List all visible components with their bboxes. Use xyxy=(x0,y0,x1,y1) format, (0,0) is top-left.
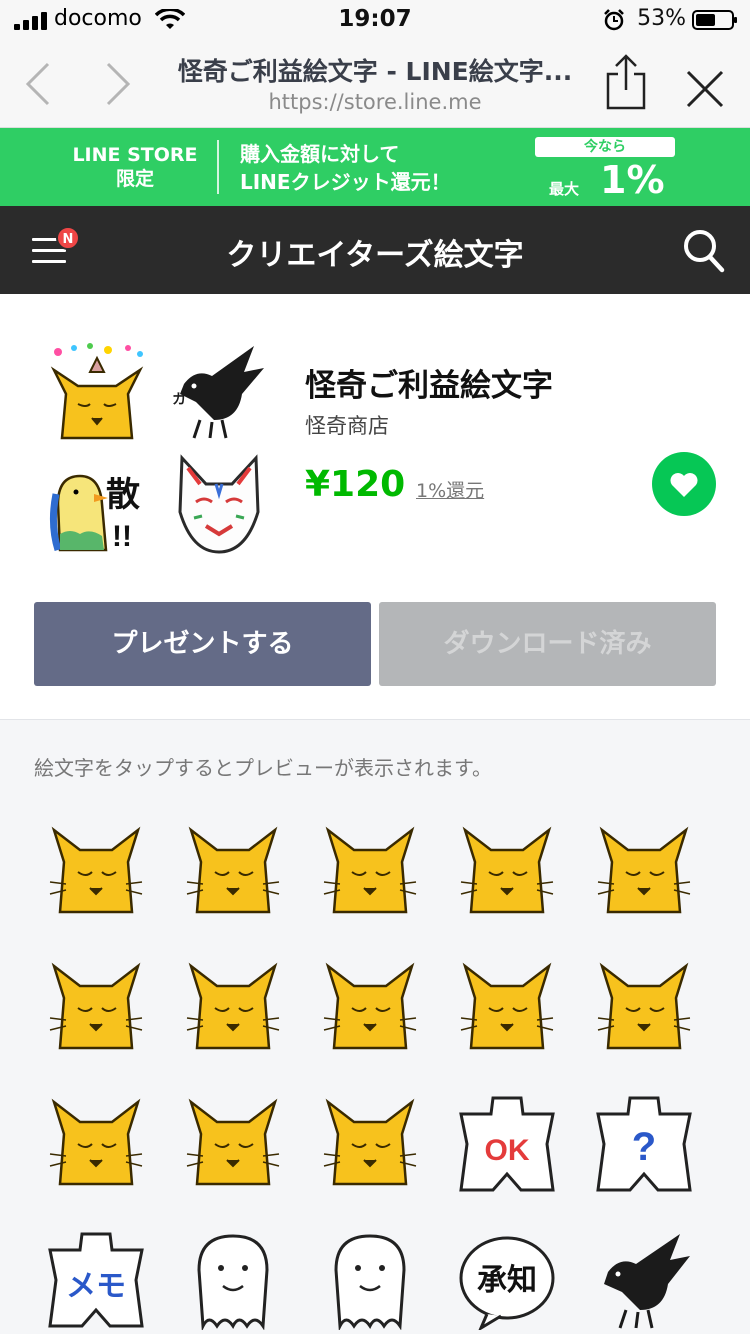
share-icon[interactable] xyxy=(604,54,648,110)
emoji-fox-3[interactable] xyxy=(320,822,420,922)
emoji-fox-11[interactable] xyxy=(46,1094,146,1194)
emoji-fox-10[interactable] xyxy=(594,958,694,1058)
emoji-fox-5[interactable] xyxy=(594,822,694,922)
header-title: クリエイターズ絵文字 xyxy=(226,238,524,273)
emoji-label: ? xyxy=(632,1125,656,1169)
promo-percent: 1% xyxy=(600,158,665,202)
emoji-label: 承知 xyxy=(477,1264,537,1297)
promo-message: 購入金額に対して LINEクレジット還元！ xyxy=(240,142,451,194)
preview-hint: 絵文字をタップするとプレビューが表示されます。 xyxy=(34,756,492,780)
emoji-bubble-19[interactable]: 承知 xyxy=(457,1230,557,1330)
store-header: N クリエイターズ絵文字 xyxy=(0,206,750,294)
promo-store-label: LINE STORE 限定 xyxy=(72,144,198,190)
emoji-fox-4[interactable] xyxy=(457,822,557,922)
download-button: ダウンロード済み xyxy=(379,602,716,686)
product-author[interactable]: 怪奇商店 xyxy=(305,410,389,440)
emoji-label: OK xyxy=(485,1134,530,1167)
address-bar[interactable]: https://store.line.me xyxy=(150,90,600,114)
favorite-button[interactable] xyxy=(652,452,716,516)
promo-divider xyxy=(217,140,219,194)
emoji-sign-14[interactable]: OK xyxy=(457,1094,557,1194)
gift-button[interactable]: プレゼントする xyxy=(34,602,371,686)
product-price: ¥120 xyxy=(305,464,406,505)
promo-badge: 今なら xyxy=(535,137,675,157)
battery-icon xyxy=(692,10,737,30)
emoji-fox-8[interactable] xyxy=(320,958,420,1058)
product-name: 怪奇ご利益絵文字 xyxy=(305,368,553,404)
promo-banner[interactable]: LINE STORE 限定 購入金額に対して LINEクレジット還元！ 今なら … xyxy=(0,128,750,206)
product-thumbnails: カ 散 !! xyxy=(44,342,276,558)
emoji-preview-section: 絵文字をタップするとプレビューが表示されます。 OK? メモ 承知 xyxy=(0,720,750,1334)
fox-mask-emoji-thumbnail xyxy=(178,454,260,554)
search-icon[interactable] xyxy=(682,228,726,274)
svg-text:!!: !! xyxy=(112,520,132,553)
emoji-sign-15[interactable]: ? xyxy=(594,1094,694,1194)
emoji-fox-6[interactable] xyxy=(46,958,146,1058)
fox-emoji-thumbnail xyxy=(50,343,144,440)
battery-percent: 53% xyxy=(637,6,686,31)
alarm-icon xyxy=(604,9,624,31)
crow-emoji-thumbnail: カ xyxy=(172,346,264,439)
svg-text:散: 散 xyxy=(106,476,140,514)
close-icon[interactable] xyxy=(686,70,724,108)
browser-toolbar: 怪奇ご利益絵文字 - LINE絵文字... https://store.line… xyxy=(0,40,750,128)
product-card: カ 散 !! 怪奇ご利益絵文字 怪奇商店 ¥120 1%還元 プレゼントする ダ… xyxy=(0,294,750,720)
emoji-fox-13[interactable] xyxy=(320,1094,420,1194)
svg-text:カ: カ xyxy=(172,391,186,407)
emoji-label: メモ xyxy=(66,1270,126,1303)
emoji-ghost-17[interactable] xyxy=(183,1230,283,1330)
amabie-emoji-thumbnail: 散 !! xyxy=(49,474,140,553)
promo-max-label: 最大 xyxy=(549,180,580,198)
emoji-fox-2[interactable] xyxy=(183,822,283,922)
emoji-fox-12[interactable] xyxy=(183,1094,283,1194)
status-bar: docomo 19:07 53% xyxy=(0,0,750,40)
emoji-fox-7[interactable] xyxy=(183,958,283,1058)
emoji-fox-9[interactable] xyxy=(457,958,557,1058)
page-title: 怪奇ご利益絵文字 - LINE絵文字... xyxy=(177,57,573,86)
reward-link[interactable]: 1%還元 xyxy=(416,476,484,503)
heart-icon xyxy=(670,473,698,497)
emoji-ghost-18[interactable] xyxy=(320,1230,420,1330)
forward-icon[interactable] xyxy=(104,62,132,106)
emoji-crow-20[interactable] xyxy=(594,1230,694,1330)
back-icon[interactable] xyxy=(24,62,52,106)
emoji-sign-16[interactable]: メモ xyxy=(46,1230,146,1330)
emoji-fox-1[interactable] xyxy=(46,822,146,922)
